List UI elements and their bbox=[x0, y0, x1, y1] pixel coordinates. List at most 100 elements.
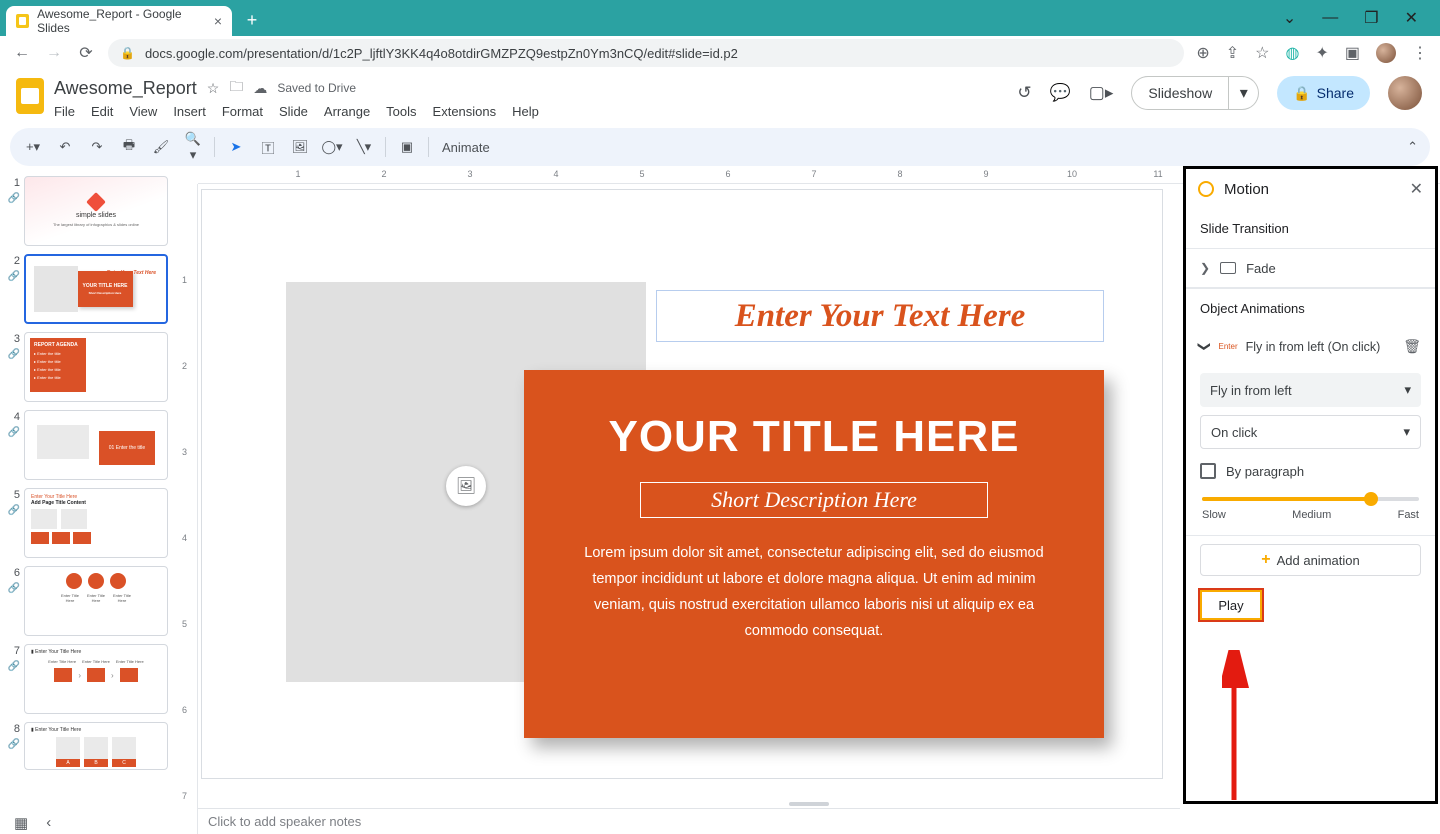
thumbnail-4[interactable]: 01 Enter the title bbox=[24, 410, 168, 480]
anim-tag: Enter bbox=[1218, 342, 1237, 351]
nav-reload-icon[interactable]: ⟳ bbox=[76, 43, 96, 63]
extensions-icon[interactable]: ✦ bbox=[1315, 43, 1328, 63]
slideshow-dropdown[interactable]: ▾ bbox=[1229, 76, 1259, 110]
zoom-icon[interactable]: ⊕ bbox=[1196, 43, 1209, 63]
address-bar[interactable]: 🔒 docs.google.com/presentation/d/1c2P_lj… bbox=[108, 39, 1184, 67]
insert-image-icon[interactable]: 🖼 bbox=[446, 466, 486, 506]
share-button[interactable]: 🔒 Share bbox=[1277, 76, 1370, 110]
bookmark-icon[interactable]: ☆ bbox=[1255, 43, 1269, 63]
undo-icon[interactable]: ↶ bbox=[54, 139, 76, 155]
plus-icon: + bbox=[1261, 551, 1270, 569]
new-slide-icon[interactable]: +▾ bbox=[22, 139, 44, 155]
card-subtitle[interactable]: Short Description Here bbox=[711, 487, 917, 513]
transition-row[interactable]: ❯ Fade bbox=[1186, 248, 1435, 288]
animation-item[interactable]: ❯ Enter Fly in from left (On click) 🗑 bbox=[1186, 328, 1435, 365]
shape-icon[interactable]: ◯▾ bbox=[321, 139, 343, 155]
document-title[interactable]: Awesome_Report bbox=[54, 78, 197, 99]
by-paragraph-checkbox[interactable]: By paragraph bbox=[1186, 449, 1435, 485]
grid-view-icon[interactable]: ▦ bbox=[14, 814, 28, 832]
profile-avatar-icon[interactable] bbox=[1376, 43, 1396, 63]
title-card[interactable]: YOUR TITLE HERE Short Description Here L… bbox=[524, 370, 1104, 738]
comments-icon[interactable]: 💬 bbox=[1050, 83, 1071, 103]
chevron-right-icon: ❯ bbox=[1200, 261, 1210, 275]
thumbnail-6[interactable]: Enter Title HereEnter Title HereEnter Ti… bbox=[24, 566, 168, 636]
thumbnail-3[interactable]: REPORT AGENDA▸ Enter the title▸ Enter th… bbox=[24, 332, 168, 402]
slider-knob[interactable] bbox=[1364, 492, 1378, 506]
collapse-filmstrip-icon[interactable]: ‹ bbox=[46, 814, 51, 832]
print-icon[interactable]: 🖶 bbox=[118, 136, 140, 158]
menu-tools[interactable]: Tools bbox=[386, 104, 416, 119]
play-button[interactable]: Play bbox=[1200, 590, 1262, 620]
textbox-icon[interactable]: 🅃 bbox=[257, 138, 279, 157]
menu-slide[interactable]: Slide bbox=[279, 104, 308, 119]
toolbar-collapse-icon[interactable]: ⌃ bbox=[1407, 139, 1418, 155]
menu-insert[interactable]: Insert bbox=[173, 104, 206, 119]
line-icon[interactable]: ╲▾ bbox=[353, 139, 375, 155]
account-avatar[interactable] bbox=[1388, 76, 1422, 110]
menu-edit[interactable]: Edit bbox=[91, 104, 113, 119]
menu-arrange[interactable]: Arrange bbox=[324, 104, 370, 119]
transition-icon[interactable]: ▣ bbox=[396, 139, 418, 155]
browser-menu-icon[interactable]: ⋮ bbox=[1412, 43, 1428, 63]
text-enter-your-text[interactable]: Enter Your Text Here bbox=[656, 290, 1104, 342]
sidepanel-icon[interactable]: ▣ bbox=[1345, 43, 1360, 63]
thumbnail-5[interactable]: Enter Your Title HereAdd Page Title Cont… bbox=[24, 488, 168, 558]
menu-format[interactable]: Format bbox=[222, 104, 263, 119]
menu-view[interactable]: View bbox=[129, 104, 157, 119]
transition-type: Fade bbox=[1246, 261, 1276, 276]
speed-fast: Fast bbox=[1398, 509, 1419, 521]
toolbar: +▾ ↶ ↷ 🖶 🖌 🔍▾ ➤ 🅃 🖼 ◯▾ ╲▾ ▣ Animate ⌃ bbox=[10, 128, 1430, 166]
animate-button[interactable]: Animate bbox=[442, 140, 490, 155]
vertical-ruler: 12 34 56 7 bbox=[178, 184, 198, 834]
maximize-icon[interactable]: ❐ bbox=[1364, 8, 1378, 28]
menu-help[interactable]: Help bbox=[512, 104, 539, 119]
menu-extensions[interactable]: Extensions bbox=[433, 104, 497, 119]
delete-animation-icon[interactable]: 🗑 bbox=[1403, 338, 1421, 355]
redo-icon[interactable]: ↷ bbox=[86, 139, 108, 155]
minimize-icon[interactable]: ― bbox=[1322, 9, 1338, 27]
link-icon: 🔗 bbox=[8, 193, 20, 204]
slideshow-button[interactable]: Slideshow bbox=[1131, 76, 1229, 110]
chevron-down-icon[interactable]: ⌄ bbox=[1283, 8, 1296, 28]
lock-icon: 🔒 bbox=[120, 46, 135, 60]
save-status: Saved to Drive bbox=[277, 81, 356, 95]
slide-canvas[interactable]: 🖼 Enter Your Text Here YOUR TITLE HERE S… bbox=[202, 190, 1162, 778]
cloud-icon[interactable]: ☁ bbox=[253, 80, 267, 97]
thumbnail-7[interactable]: ▮ Enter Your Title Here Enter Title Here… bbox=[24, 644, 168, 714]
chevron-down-icon: ❯ bbox=[1198, 341, 1213, 351]
window-close-icon[interactable]: ✕ bbox=[1405, 8, 1418, 28]
notes-resize-handle[interactable] bbox=[789, 802, 829, 806]
present-cam-icon[interactable]: ▢▸ bbox=[1089, 83, 1114, 103]
history-icon[interactable]: ↺ bbox=[1017, 83, 1031, 103]
close-panel-icon[interactable]: ✕ bbox=[1410, 179, 1423, 199]
new-tab-button[interactable]: + bbox=[238, 6, 266, 34]
nav-forward-icon: → bbox=[44, 44, 64, 62]
tab-close-icon[interactable]: × bbox=[214, 13, 222, 29]
star-icon[interactable]: ☆ bbox=[207, 80, 220, 97]
move-icon[interactable]: 🗀 bbox=[229, 76, 243, 100]
motion-title: Motion bbox=[1224, 181, 1269, 198]
thumbnail-1[interactable]: simple slidesThe largest library of info… bbox=[24, 176, 168, 246]
url-text: docs.google.com/presentation/d/1c2P_ljft… bbox=[145, 46, 738, 61]
dropdown-icon: ▾ bbox=[1404, 382, 1411, 398]
extension1-icon[interactable]: ◍ bbox=[1286, 43, 1300, 63]
paint-format-icon[interactable]: 🖌 bbox=[150, 139, 172, 155]
zoom-tool-icon[interactable]: 🔍▾ bbox=[182, 131, 204, 163]
card-body[interactable]: Lorem ipsum dolor sit amet, consectetur … bbox=[579, 540, 1049, 644]
speed-medium: Medium bbox=[1292, 509, 1331, 521]
thumbnail-2[interactable]: Enter Your Text Here YOUR TITLE HEREShor… bbox=[24, 254, 168, 324]
browser-tab[interactable]: Awesome_Report - Google Slides × bbox=[6, 6, 232, 36]
image-icon[interactable]: 🖼 bbox=[289, 139, 311, 155]
animation-trigger-select[interactable]: On click▾ bbox=[1200, 415, 1421, 449]
thumbnail-8[interactable]: ▮ Enter Your Title Here bbox=[24, 722, 168, 770]
select-tool-icon[interactable]: ➤ bbox=[225, 139, 247, 155]
slide-thumbnails: 1🔗 simple slidesThe largest library of i… bbox=[0, 166, 178, 834]
speaker-notes[interactable]: Click to add speaker notes bbox=[198, 808, 1180, 834]
animation-type-select[interactable]: Fly in from left▾ bbox=[1200, 373, 1421, 407]
card-title[interactable]: YOUR TITLE HERE bbox=[608, 412, 1019, 462]
menu-file[interactable]: File bbox=[54, 104, 75, 119]
nav-back-icon[interactable]: ← bbox=[12, 44, 32, 62]
share-url-icon[interactable]: ⇪ bbox=[1226, 43, 1239, 63]
add-animation-button[interactable]: + Add animation bbox=[1200, 544, 1421, 576]
speed-slider[interactable] bbox=[1202, 497, 1419, 501]
